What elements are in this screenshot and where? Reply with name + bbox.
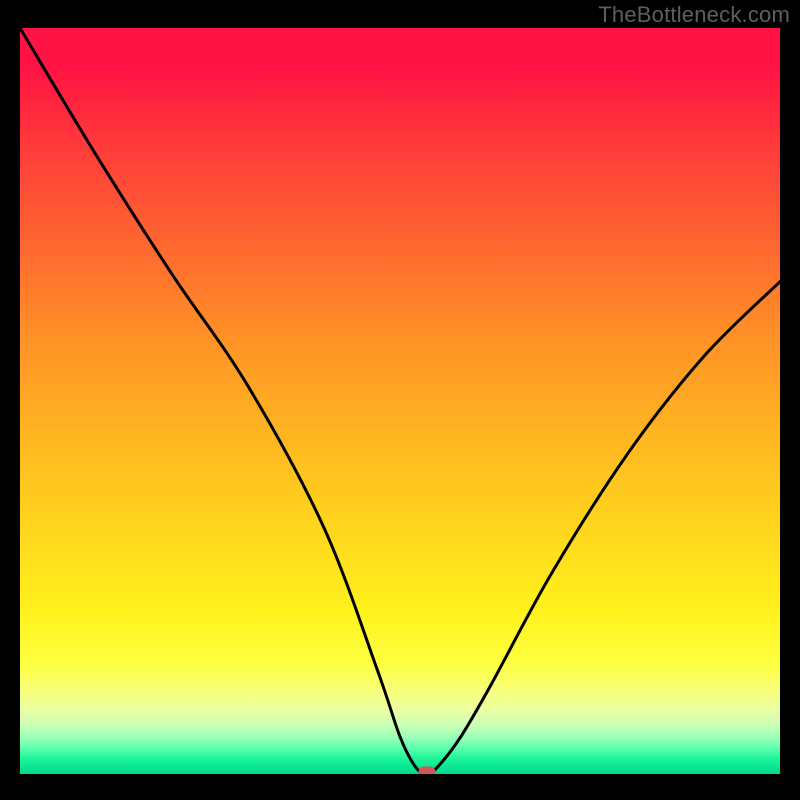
attribution-text: TheBottleneck.com (598, 2, 790, 28)
chart-frame: TheBottleneck.com (0, 0, 800, 800)
optimal-point-marker (418, 766, 435, 774)
plot-area (20, 28, 780, 774)
bottleneck-curve (20, 28, 780, 774)
